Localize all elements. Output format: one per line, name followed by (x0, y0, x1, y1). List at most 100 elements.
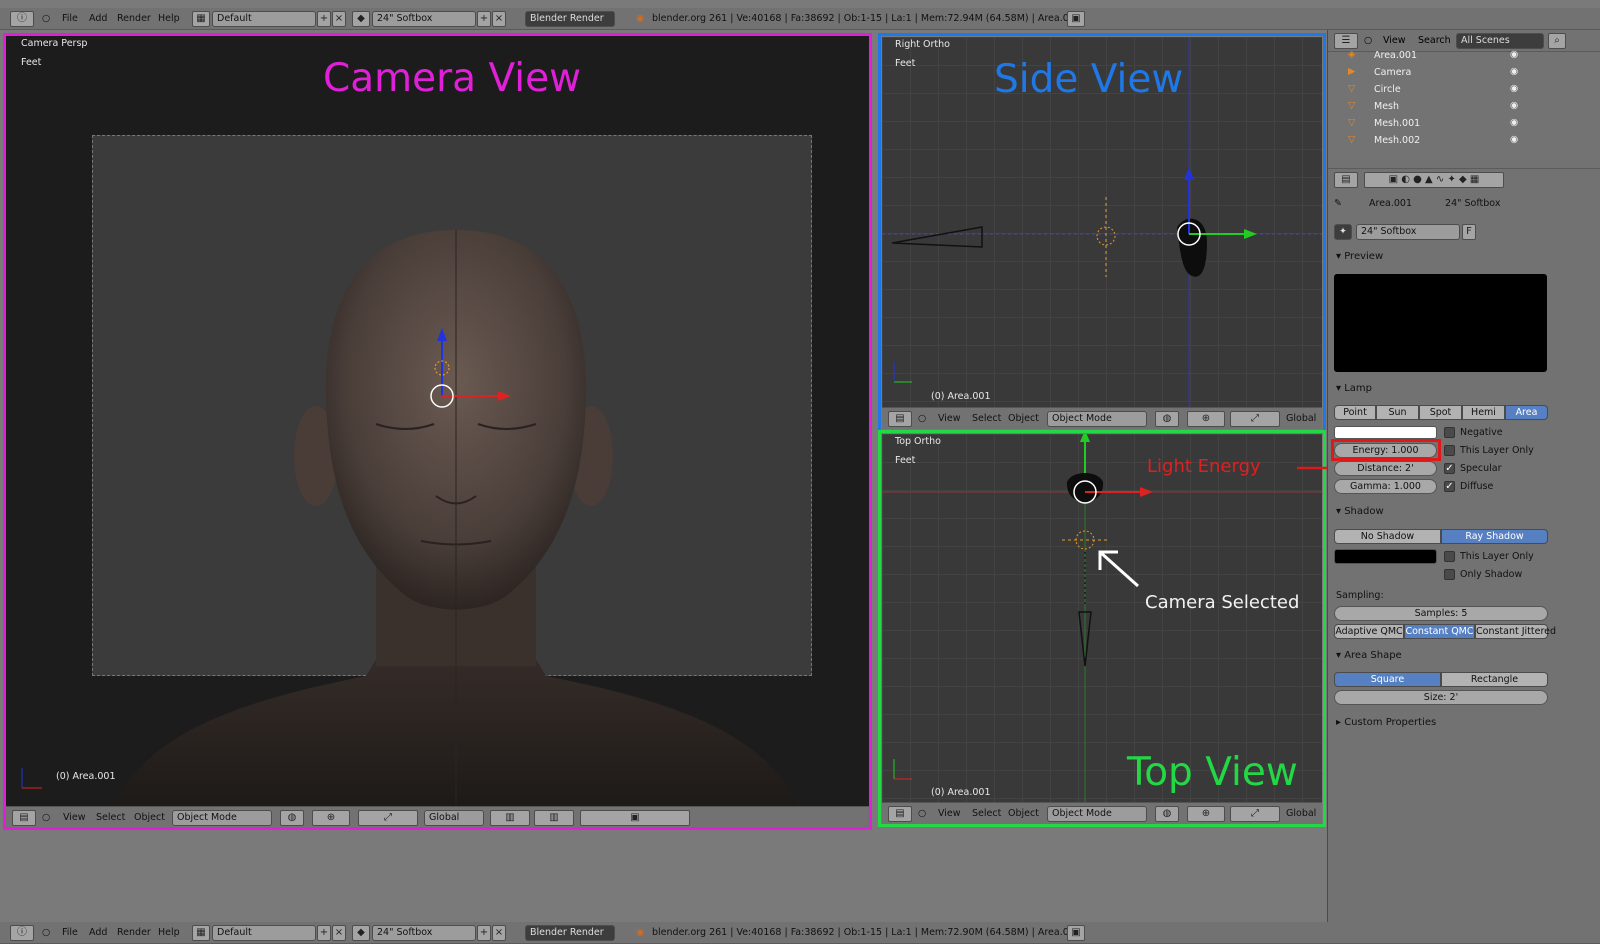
menu-add[interactable]: Add (89, 927, 107, 938)
ray-shadow-button[interactable]: Ray Shadow (1441, 529, 1548, 544)
outliner-item[interactable]: ▽ Mesh ◉ (1328, 99, 1600, 115)
shadow-layer-checkbox[interactable] (1444, 551, 1455, 562)
lamp-color-swatch[interactable] (1334, 426, 1437, 439)
pivot-point-icon[interactable]: ⊕ (1187, 411, 1225, 427)
scene-field[interactable]: 24" Softbox (372, 925, 476, 941)
render-engine-select[interactable]: Blender Render (525, 925, 615, 941)
pivot-point-icon[interactable]: ⊕ (312, 810, 350, 826)
adaptive-qmc-button[interactable]: Adaptive QMC (1334, 624, 1404, 639)
outliner-menu-view[interactable]: View (1383, 35, 1406, 46)
preview-panel-title[interactable]: ▾ Preview (1336, 251, 1383, 262)
diffuse-checkbox[interactable]: ✓ (1444, 481, 1455, 492)
object-mode-select[interactable]: Object Mode (172, 810, 272, 826)
outliner-item[interactable]: ▶ Camera ◉ (1328, 65, 1600, 81)
visibility-eye-icon[interactable]: ◉ (1510, 100, 1518, 111)
distance-field[interactable]: Distance: 2' (1334, 461, 1437, 476)
lamp-panel-title[interactable]: ▾ Lamp (1336, 383, 1372, 394)
menu-file[interactable]: File (62, 927, 78, 938)
shadow-color-swatch[interactable] (1334, 549, 1437, 564)
lamp-type-hemi[interactable]: Hemi (1462, 405, 1505, 420)
only-shadow-checkbox[interactable] (1444, 569, 1455, 580)
delete-scene-icon[interactable]: × (492, 925, 506, 941)
add-scene-icon[interactable]: + (477, 11, 491, 27)
render-icon[interactable]: ▣ (1067, 925, 1085, 941)
transform-orientation-select[interactable]: Global (1286, 413, 1316, 424)
scene-icon[interactable]: ◆ (352, 925, 370, 941)
menu-select[interactable]: Select (972, 413, 1001, 424)
editor-type-icon[interactable]: ⓘ (10, 925, 34, 941)
constant-qmc-button[interactable]: Constant QMC (1404, 624, 1475, 639)
scene-field[interactable]: 24" Softbox (372, 11, 476, 27)
menu-add[interactable]: Add (89, 13, 107, 24)
view3d-editor-icon[interactable]: ▤ (888, 806, 912, 822)
menu-view[interactable]: View (938, 808, 961, 819)
negative-checkbox[interactable] (1444, 427, 1455, 438)
menu-select[interactable]: Select (96, 812, 125, 823)
menu-render[interactable]: Render (117, 927, 151, 938)
delete-layout-icon[interactable]: × (332, 11, 346, 27)
transform-orientation-select[interactable]: Global (424, 810, 484, 826)
menu-help[interactable]: Help (158, 13, 180, 24)
fake-user-button[interactable]: F (1462, 224, 1476, 240)
screen-layout-icon[interactable]: ▦ (192, 11, 210, 27)
collapse-menu-icon[interactable]: ○ (42, 927, 50, 938)
shadow-panel-title[interactable]: ▾ Shadow (1336, 506, 1384, 517)
outliner-scene-filter[interactable]: All Scenes (1456, 33, 1544, 49)
menu-view[interactable]: View (938, 413, 961, 424)
viewport-shading-icon[interactable]: ◍ (1155, 806, 1179, 822)
lamp-data-icon[interactable]: ✦ (1334, 224, 1352, 240)
pin-icon[interactable]: ✎ (1334, 198, 1342, 209)
this-layer-only-checkbox[interactable] (1444, 445, 1455, 456)
square-shape-button[interactable]: Square (1334, 672, 1441, 687)
editor-type-icon[interactable]: ⓘ (10, 11, 34, 27)
outliner-editor-icon[interactable]: ☰ (1334, 33, 1358, 49)
rectangle-shape-button[interactable]: Rectangle (1441, 672, 1548, 687)
lamp-datablock-field[interactable]: 24" Softbox (1356, 224, 1460, 240)
energy-field[interactable]: Energy: 1.000 (1334, 443, 1437, 458)
outliner-item[interactable]: ▽ Mesh.002 ◉ (1328, 133, 1600, 149)
collapse-menu-icon[interactable]: ○ (42, 13, 50, 24)
lamp-type-area[interactable]: Area (1505, 405, 1548, 420)
menu-object[interactable]: Object (134, 812, 165, 823)
render-icon[interactable]: ▣ (1067, 11, 1085, 27)
lamp-type-spot[interactable]: Spot (1419, 405, 1462, 420)
side-camera-shape[interactable] (891, 226, 983, 248)
collapse-menu-icon[interactable]: ○ (918, 808, 926, 819)
manipulator-icons[interactable]: ⤢ (1230, 806, 1280, 822)
area-shape-panel-title[interactable]: ▾ Area Shape (1336, 650, 1402, 661)
manipulator-icons[interactable]: ⤢ (1230, 411, 1280, 427)
add-scene-icon[interactable]: + (477, 925, 491, 941)
add-layout-icon[interactable]: + (317, 925, 331, 941)
render-engine-select[interactable]: Blender Render (525, 11, 615, 27)
samples-field[interactable]: Samples: 5 (1334, 606, 1548, 621)
menu-help[interactable]: Help (158, 927, 180, 938)
manipulator-icons[interactable]: ⤢ (358, 810, 418, 826)
screen-layout-icon[interactable]: ▦ (192, 925, 210, 941)
menu-object[interactable]: Object (1008, 413, 1039, 424)
outliner-item[interactable]: ◈ Area.001 ◉ (1328, 48, 1600, 64)
object-mode-select[interactable]: Object Mode (1047, 411, 1147, 427)
custom-properties-panel-title[interactable]: ▸ Custom Properties (1336, 717, 1436, 728)
visibility-eye-icon[interactable]: ◉ (1510, 117, 1518, 128)
delete-layout-icon[interactable]: × (332, 925, 346, 941)
add-layout-icon[interactable]: + (317, 11, 331, 27)
pivot-point-icon[interactable]: ⊕ (1187, 806, 1225, 822)
visibility-eye-icon[interactable]: ◉ (1510, 49, 1518, 60)
visibility-eye-icon[interactable]: ◉ (1510, 83, 1518, 94)
layer-buttons-2[interactable]: ▥ (534, 810, 574, 826)
outliner-item[interactable]: ▽ Mesh.001 ◉ (1328, 116, 1600, 132)
specular-checkbox[interactable]: ✓ (1444, 463, 1455, 474)
object-mode-select[interactable]: Object Mode (1047, 806, 1147, 822)
visibility-eye-icon[interactable]: ◉ (1510, 134, 1518, 145)
scene-icon[interactable]: ◆ (352, 11, 370, 27)
layer-buttons-1[interactable]: ▥ (490, 810, 530, 826)
outliner-search-icon[interactable]: ⌕ (1548, 33, 1566, 49)
collapse-menu-icon[interactable]: ○ (918, 413, 926, 424)
constant-jittered-button[interactable]: Constant Jittered (1475, 624, 1556, 639)
menu-select[interactable]: Select (972, 808, 1001, 819)
camera-viewport[interactable]: Camera Persp Feet (0) Area.001 Camera Vi… (6, 36, 869, 828)
transform-orientation-select[interactable]: Global (1286, 808, 1316, 819)
side-viewport[interactable]: Right Ortho Feet (0) Area.001 Side View … (882, 37, 1322, 429)
size-field[interactable]: Size: 2' (1334, 690, 1548, 705)
delete-scene-icon[interactable]: × (492, 11, 506, 27)
